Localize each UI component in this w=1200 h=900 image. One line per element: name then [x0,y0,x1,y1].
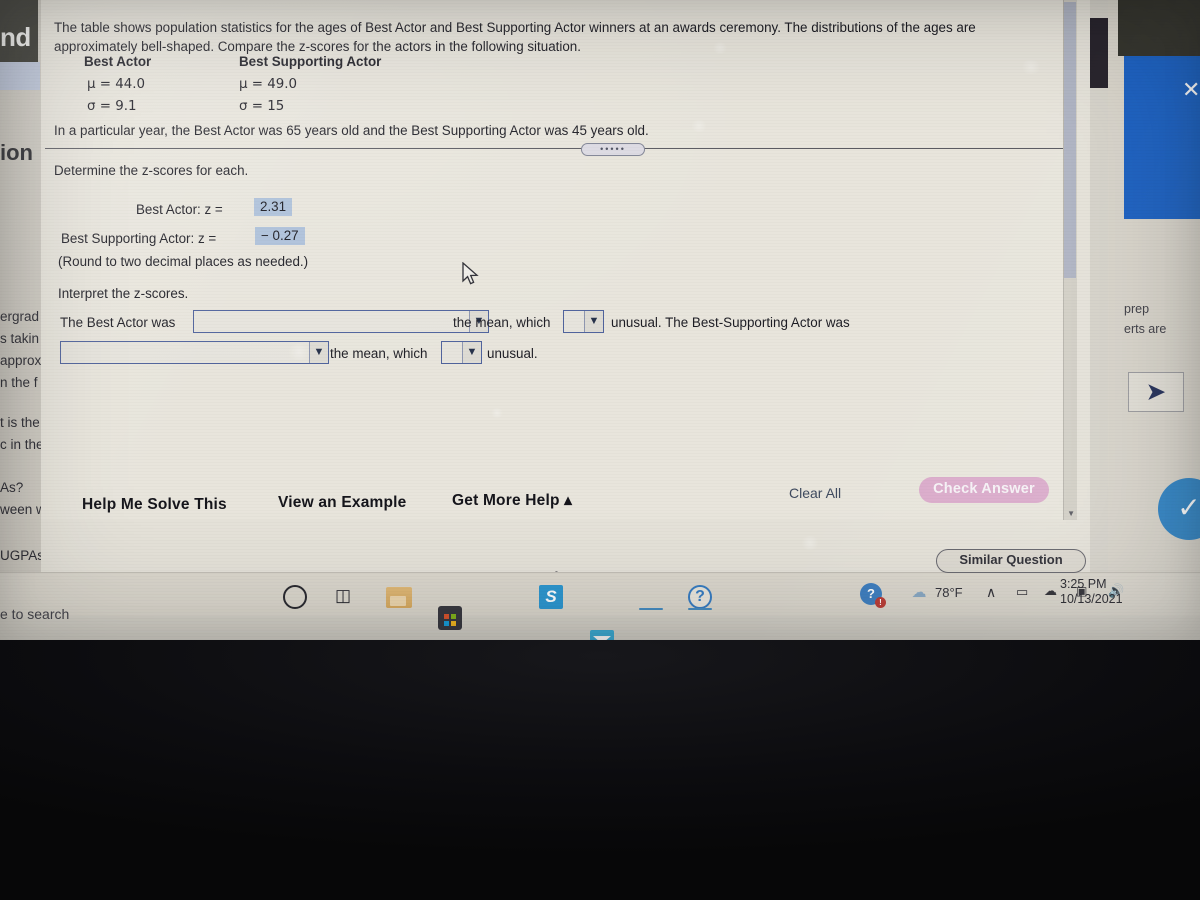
background-line-2: s takin [0,331,40,346]
notification-help-icon[interactable]: ?! [860,583,886,608]
dropdown-best-actor-direction[interactable]: ▼ [193,310,489,333]
background-line-5: t is the [0,415,40,430]
right-window-dark-edge [1090,18,1108,88]
best-supporting-actor-z-input[interactable]: − 0.27 [255,227,305,245]
dropdown-best-supporting-direction[interactable]: ▼ [60,341,329,364]
problem-paragraph-line1: The table shows population statistics fo… [54,20,976,35]
laptop-screen-photo: hp f10 f11 ▶▶| f12 ✈ ns prt sc delete ho… [0,0,1200,900]
background-window-heading: ion [0,140,33,165]
file-explorer-icon[interactable] [386,587,412,608]
chevron-down-icon: ▼ [462,342,481,363]
background-line-3: approx [0,353,42,368]
view-an-example-button[interactable]: View an Example [278,494,407,512]
background-line-4: n the f [0,375,38,390]
show-hidden-icons-chevron-icon[interactable]: ∧ [986,584,996,601]
help-icon[interactable]: ? [688,585,712,609]
chevron-down-icon: ▼ [584,311,603,332]
best-supporting-actor-mean: μ = 49.0 [239,77,298,92]
best-actor-mean: μ = 44.0 [87,77,146,92]
dropdown-best-supporting-unusual[interactable]: ▼ [441,341,482,364]
interpret-line1-label-c: unusual. The Best-Supporting Actor was [611,315,850,330]
scrollbar-thumb[interactable] [1064,2,1076,278]
best-supporting-actor-sigma: σ = 15 [239,99,285,114]
background-line-7: As? [0,480,24,495]
edge-active-indicator [639,608,663,610]
cortana-circle-icon[interactable] [283,585,307,609]
background-line-6: c in the [0,437,44,452]
mathxl-window: The table shows population statistics fo… [41,0,1090,604]
laptop-keyboard-area: hp f10 f11 ▶▶| f12 ✈ ns prt sc delete ho… [0,626,1200,900]
right-panel-text-line1: prep [1124,302,1150,316]
task-view-icon[interactable]: ◫ [331,585,355,609]
get-more-help-button[interactable]: Get More Help ▴ [452,491,572,510]
blue-app-icon[interactable]: S [539,585,563,609]
close-icon[interactable]: ✕ [1182,79,1200,101]
interpret-line1-label-b: the mean, which [453,315,551,330]
content-scrollbar[interactable]: ▲ ▼ [1063,0,1077,520]
clock-date: 10/13/2021 [1060,592,1123,606]
section-divider [45,148,1065,149]
tray-weather-temperature[interactable]: 78°F [935,585,963,600]
determine-prompt: Determine the z-scores for each. [54,163,249,178]
background-line-1: ergrad [0,309,40,324]
interpret-line2-label-a: the mean, which [330,346,428,361]
background-window-title: nd [0,22,31,52]
taskbar-search-input[interactable]: e to search [0,606,69,622]
right-panel-text-line2: erts are [1124,322,1167,336]
right-window-titlebar [1118,0,1200,56]
dropdown-best-actor-unusual[interactable]: ▼ [563,310,604,333]
error-badge: ! [875,597,886,608]
divider-drag-handle[interactable]: ••••• [581,143,645,156]
help-active-indicator [688,608,712,610]
column-heading-best-supporting-actor: Best Supporting Actor [239,54,382,69]
clear-all-button[interactable]: Clear All [789,485,841,501]
help-me-solve-this-button[interactable]: Help Me Solve This [82,496,227,514]
best-actor-z-label: Best Actor: z = [136,202,223,217]
background-window-blue-strip [0,62,40,90]
taskbar-clock[interactable]: 3:25 PM 10/13/2021 [1060,577,1123,607]
problem-scenario: In a particular year, the Best Actor was… [54,123,649,138]
best-actor-z-input[interactable]: 2.31 [254,198,293,216]
best-actor-sigma: σ = 9.1 [87,99,137,114]
mail-icon[interactable] [590,630,614,640]
problem-paragraph-line2: approximately bell-shaped. Compare the z… [54,39,581,54]
background-line-8: ween w [0,502,46,517]
screen-surface: nd ion ergrad s takin approx n the f t i… [0,0,1200,640]
interpret-prompt: Interpret the z-scores. [58,286,189,301]
question-content-area: The table shows population statistics fo… [41,0,1077,520]
send-button[interactable]: ➤ [1128,372,1184,412]
interpret-line2-label-b: unusual. [487,346,538,361]
column-heading-best-actor: Best Actor [84,54,152,69]
best-supporting-actor-z-label: Best Supporting Actor: z = [61,231,217,246]
check-answer-button[interactable]: Check Answer [919,477,1049,503]
clock-time: 3:25 PM [1060,577,1107,591]
chevron-down-icon: ▼ [309,342,328,363]
weather-icon[interactable]: ☁ [908,583,930,603]
meet-now-icon[interactable]: ▭ [1016,584,1028,600]
similar-question-button[interactable]: Similar Question [936,549,1086,573]
interpret-line1-label-a: The Best Actor was [60,315,176,330]
onedrive-icon[interactable]: ☁ [1044,583,1057,599]
scroll-down-arrow-icon[interactable]: ▼ [1067,509,1075,518]
rounding-note: (Round to two decimal places as needed.) [58,254,309,269]
microsoft-store-icon[interactable] [438,606,462,630]
